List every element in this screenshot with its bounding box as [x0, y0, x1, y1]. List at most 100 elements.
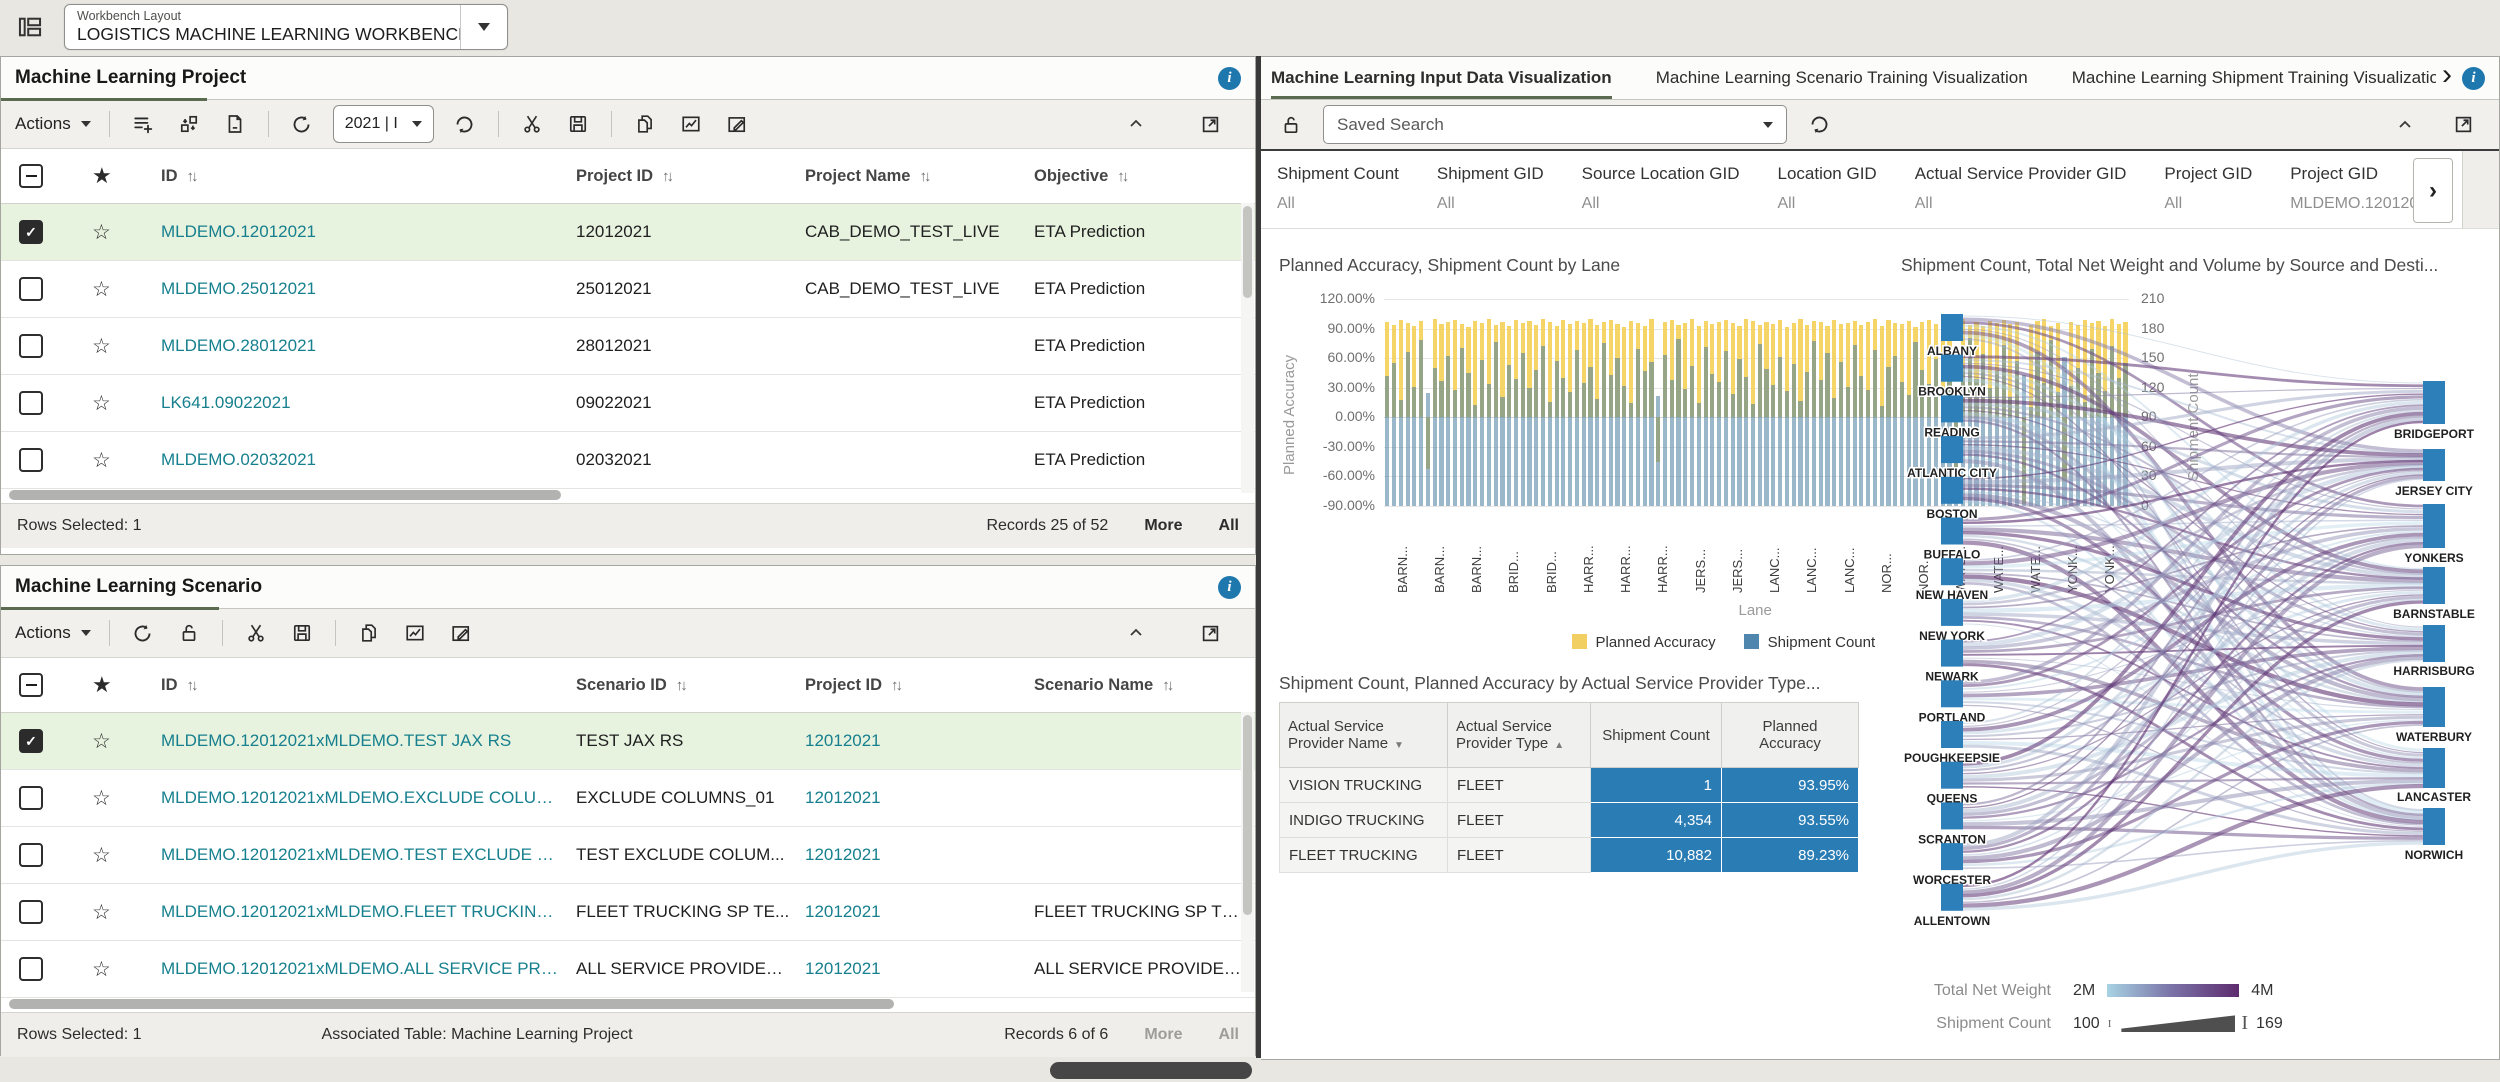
scenario-cell-id[interactable]: MLDEMO.12012021xMLDEMO.ALL SERVICE PROVI…	[161, 959, 576, 979]
scenario-cell-project_id[interactable]: 12012021	[805, 788, 1034, 808]
open-window-icon[interactable]	[1196, 616, 1224, 650]
scenario-row[interactable]: ☆MLDEMO.12012021xMLDEMO.TEST EXCLUDE COL…	[1, 827, 1255, 884]
sankey-source-node[interactable]	[1941, 436, 1963, 463]
row-checkbox[interactable]	[19, 391, 43, 415]
redo-icon[interactable]	[451, 107, 479, 141]
pivot-column-header[interactable]: Planned Accuracy	[1722, 703, 1859, 768]
sankey-destination-node[interactable]	[2423, 687, 2445, 727]
scenario-cell-project_id[interactable]: 12012021	[805, 959, 1034, 979]
open-window-icon[interactable]	[2449, 108, 2477, 142]
actions-button[interactable]: Actions	[15, 114, 91, 134]
sankey-source-node[interactable]	[1941, 477, 1963, 504]
refresh-icon[interactable]	[129, 616, 157, 650]
column-header-objective[interactable]: Objective↑↓	[1034, 167, 1255, 186]
filters-next-chevron[interactable]: ›	[2413, 158, 2453, 223]
project-row[interactable]: ☆LK641.0902202109022021ETA Prediction	[1, 375, 1255, 432]
collapse-icon[interactable]	[1122, 616, 1150, 650]
scenario-cell-id[interactable]: MLDEMO.12012021xMLDEMO.FLEET TRUCKING S.…	[161, 902, 576, 922]
scrollbar-thumb[interactable]	[1243, 206, 1252, 298]
year-filter-select[interactable]: 2021 | I	[333, 105, 434, 143]
row-checkbox[interactable]	[19, 957, 43, 981]
unlock-icon[interactable]	[175, 616, 203, 650]
chart-icon[interactable]	[677, 107, 705, 141]
scenario-row[interactable]: ☆MLDEMO.12012021xMLDEMO.ALL SERVICE PROV…	[1, 941, 1255, 998]
sankey-destination-node[interactable]	[2423, 381, 2445, 424]
tab-2[interactable]: Machine Learning Scenario Training Visua…	[1656, 57, 2028, 99]
row-checkbox[interactable]	[19, 334, 43, 358]
sankey-destination-node[interactable]	[2423, 748, 2445, 788]
project-row[interactable]: ☆MLDEMO.2801202128012021ETA Prediction	[1, 318, 1255, 375]
actions-button[interactable]: Actions	[15, 623, 91, 643]
info-icon[interactable]: i	[2462, 67, 2485, 90]
project-cell-id[interactable]: MLDEMO.02032021	[161, 450, 576, 470]
pivot-column-header[interactable]: Actual Service Provider Name▼	[1280, 703, 1448, 768]
copy-icon[interactable]	[355, 616, 383, 650]
project-row[interactable]: ☆MLDEMO.0203202102032021ETA Prediction	[1, 432, 1255, 489]
sankey-source-node[interactable]	[1941, 802, 1963, 829]
favorite-star[interactable]: ☆	[92, 220, 161, 245]
info-icon[interactable]: i	[1218, 576, 1241, 599]
sankey-destination-node[interactable]	[2423, 808, 2445, 845]
scenario-row[interactable]: ☆MLDEMO.12012021xMLDEMO.TEST JAX RSTEST …	[1, 713, 1255, 770]
workbench-layout-select[interactable]: Workbench Layout LOGISTICS MACHINE LEARN…	[64, 4, 508, 50]
edit-icon[interactable]	[723, 107, 751, 141]
all-button[interactable]: All	[1219, 517, 1239, 535]
filter-6[interactable]: Project GIDAll	[2164, 151, 2252, 228]
row-checkbox[interactable]	[19, 843, 43, 867]
saved-search-select[interactable]: Saved Search	[1323, 105, 1787, 144]
sankey-source-node[interactable]	[1941, 355, 1963, 382]
column-header-project-name[interactable]: Project Name↑↓	[805, 167, 1034, 186]
tab-3[interactable]: Machine Learning Shipment Training Visua…	[2072, 57, 2436, 99]
filter-5[interactable]: Actual Service Provider GIDAll	[1915, 151, 2127, 228]
cut-icon[interactable]	[242, 616, 270, 650]
open-window-icon[interactable]	[1196, 107, 1224, 141]
column-header-project-id[interactable]: Project ID↑↓	[805, 676, 1034, 695]
scenario-cell-id[interactable]: MLDEMO.12012021xMLDEMO.TEST EXCLUDE COL.…	[161, 845, 576, 865]
scrollbar-thumb[interactable]	[9, 490, 561, 500]
favorite-star[interactable]: ☆	[92, 957, 161, 982]
column-header-id[interactable]: ID↑↓	[161, 676, 576, 695]
more-button[interactable]: More	[1144, 517, 1182, 535]
row-checkbox[interactable]	[19, 900, 43, 924]
collapse-icon[interactable]	[2391, 108, 2419, 142]
favorite-column-icon[interactable]: ★	[92, 163, 161, 189]
sankey-source-node[interactable]	[1941, 640, 1963, 667]
favorite-star[interactable]: ☆	[92, 786, 161, 811]
favorite-star[interactable]: ☆	[92, 448, 161, 473]
sankey-source-node[interactable]	[1941, 762, 1963, 789]
edit-icon[interactable]	[447, 616, 475, 650]
sankey-source-node[interactable]	[1941, 558, 1963, 585]
row-checkbox[interactable]	[19, 220, 43, 244]
row-checkbox[interactable]	[19, 448, 43, 472]
tab-1[interactable]: Machine Learning Input Data Visualizatio…	[1271, 57, 1612, 99]
sankey-source-node[interactable]	[1941, 843, 1963, 870]
new-document-icon[interactable]	[221, 107, 249, 141]
select-all-checkbox[interactable]	[19, 164, 43, 188]
sankey-source-node[interactable]	[1941, 314, 1963, 341]
sankey-source-node[interactable]	[1941, 599, 1963, 626]
favorite-star[interactable]: ☆	[92, 900, 161, 925]
scenario-cell-id[interactable]: MLDEMO.12012021xMLDEMO.EXCLUDE COLUMN...	[161, 788, 576, 808]
scenario-cell-id[interactable]: MLDEMO.12012021xMLDEMO.TEST JAX RS	[161, 731, 576, 751]
sankey-destination-node[interactable]	[2423, 625, 2445, 662]
copy-icon[interactable]	[631, 107, 659, 141]
reorder-icon[interactable]	[175, 107, 203, 141]
row-checkbox[interactable]	[19, 277, 43, 301]
project-row[interactable]: ☆MLDEMO.1201202112012021CAB_DEMO_TEST_LI…	[1, 204, 1255, 261]
sankey-destination-node[interactable]	[2423, 504, 2445, 548]
workbench-layout-caret[interactable]	[460, 5, 507, 49]
more-button[interactable]: More	[1144, 1026, 1182, 1044]
column-header-scenario-id[interactable]: Scenario ID↑↓	[576, 676, 805, 695]
favorite-column-icon[interactable]: ★	[92, 672, 161, 698]
column-header-id[interactable]: ID↑↓	[161, 167, 576, 186]
column-header-project-id[interactable]: Project ID↑↓	[576, 167, 805, 186]
sankey-source-node[interactable]	[1941, 518, 1963, 545]
scenario-cell-project_id[interactable]: 12012021	[805, 845, 1034, 865]
unlock-icon[interactable]	[1277, 108, 1305, 142]
filter-7[interactable]: Project GIDMLDEMO.120120	[2290, 151, 2418, 228]
add-row-icon[interactable]	[129, 107, 157, 141]
project-cell-id[interactable]: LK641.09022021	[161, 393, 576, 413]
filter-3[interactable]: Source Location GIDAll	[1582, 151, 1740, 228]
project-row[interactable]: ☆MLDEMO.2501202125012021CAB_DEMO_TEST_LI…	[1, 261, 1255, 318]
pivot-column-header[interactable]: Actual Service Provider Type▲	[1448, 703, 1591, 768]
